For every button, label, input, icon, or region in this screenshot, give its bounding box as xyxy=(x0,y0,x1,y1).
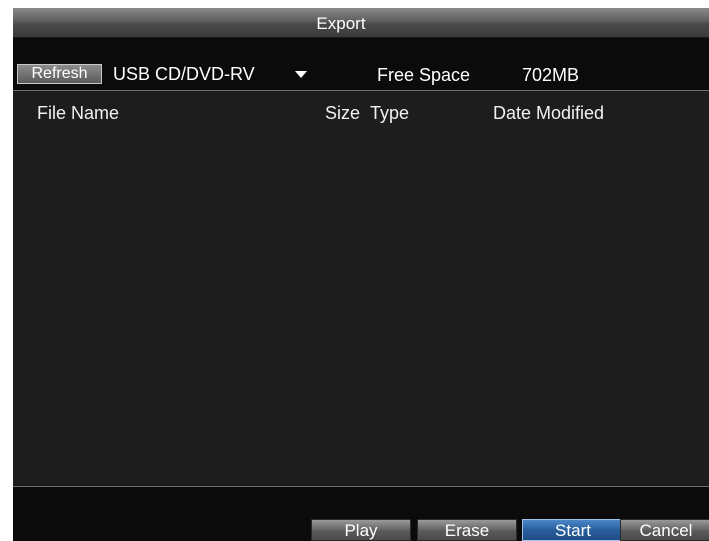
button-bar: Play Erase Start Cancel xyxy=(13,487,709,541)
column-header-size[interactable]: Size xyxy=(325,103,360,124)
start-button[interactable]: Start xyxy=(522,519,624,541)
column-header-file-name[interactable]: File Name xyxy=(37,103,119,124)
free-space-label: Free Space xyxy=(377,65,471,85)
cancel-button[interactable]: Cancel xyxy=(620,519,709,541)
title-bar: Export xyxy=(13,8,709,38)
chevron-down-icon[interactable] xyxy=(295,71,307,78)
file-table[interactable]: File Name Size Type Date Modified xyxy=(13,90,709,487)
column-header-date-modified[interactable]: Date Modified xyxy=(493,103,604,124)
dialog-title: Export xyxy=(316,14,366,33)
refresh-button[interactable]: Refresh xyxy=(17,64,102,84)
device-select-value: USB CD/DVD-RV xyxy=(113,64,255,84)
column-header-type[interactable]: Type xyxy=(370,103,409,124)
free-space-value: 702MB xyxy=(522,65,580,85)
erase-button[interactable]: Erase xyxy=(417,519,517,541)
export-toolbar: Refresh USB CD/DVD-RV Free Space 702MB xyxy=(13,38,709,90)
device-select[interactable]: USB CD/DVD-RV xyxy=(113,62,333,86)
play-button[interactable]: Play xyxy=(311,519,411,541)
export-dialog: Export Refresh USB CD/DVD-RV Free Space … xyxy=(13,8,709,541)
